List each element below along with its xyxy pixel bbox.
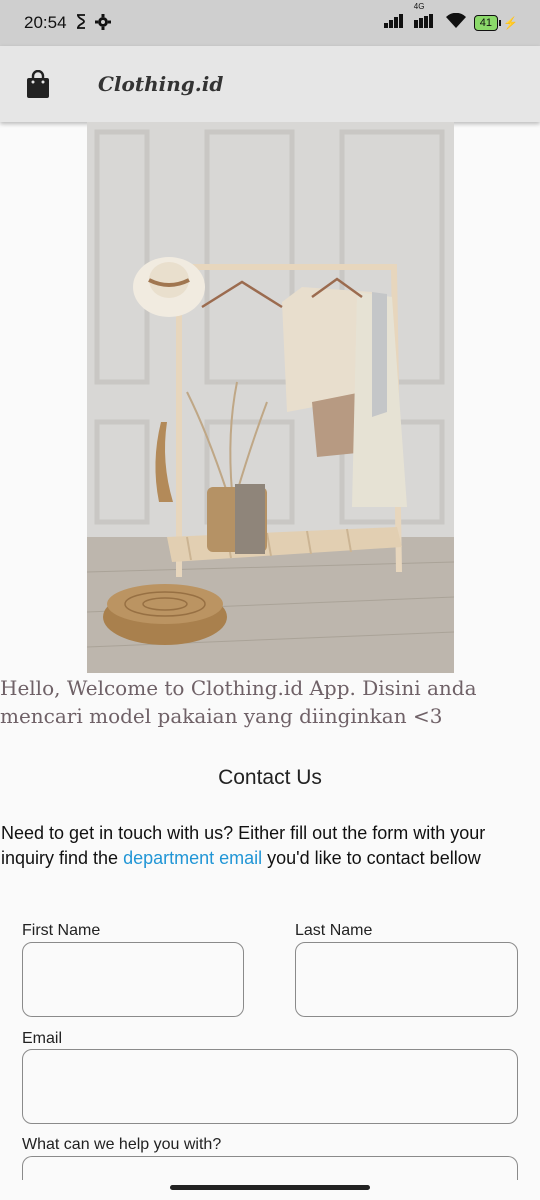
department-email-link[interactable]: department email [123, 848, 262, 868]
status-left: 20:54 [24, 13, 111, 33]
help-field[interactable] [22, 1156, 518, 1180]
status-time: 20:54 [24, 13, 67, 32]
contact-title: Contact Us [218, 766, 322, 789]
sync-icon [74, 14, 88, 32]
contact-desc-after: you'd like to contact bellow [262, 848, 481, 868]
app-bar: Clothing.id [0, 46, 540, 122]
email-label: Email [22, 1030, 63, 1047]
app-title: Clothing.id [98, 72, 224, 96]
wifi-icon [445, 12, 466, 33]
last-name-label: Last Name [295, 922, 373, 939]
network-type: 4G [413, 2, 425, 11]
help-label: What can we help you with? [22, 1136, 222, 1153]
email-field[interactable] [22, 1049, 518, 1124]
status-bar: 20:54 4G 41 ⚡ [0, 0, 540, 46]
battery-level: 41 [473, 15, 499, 31]
home-indicator[interactable] [170, 1185, 370, 1190]
contact-description: Need to get in touch with us? Either fil… [1, 821, 539, 871]
welcome-text: Hello, Welcome to Clothing.id App. Disin… [0, 676, 477, 728]
first-name-field[interactable] [22, 942, 244, 1017]
clothing-rack-photo [87, 122, 454, 673]
shopping-bag-icon[interactable] [26, 69, 50, 98]
gear-icon [94, 13, 111, 33]
status-right: 4G 41 ⚡ [383, 2, 518, 33]
last-name-field[interactable] [295, 942, 518, 1017]
battery-icon: 41 ⚡ [473, 15, 518, 31]
signal-icon [383, 13, 404, 33]
hero-image [87, 122, 454, 673]
first-name-label: First Name [22, 922, 101, 939]
signal-4g-icon: 4G [412, 2, 438, 33]
